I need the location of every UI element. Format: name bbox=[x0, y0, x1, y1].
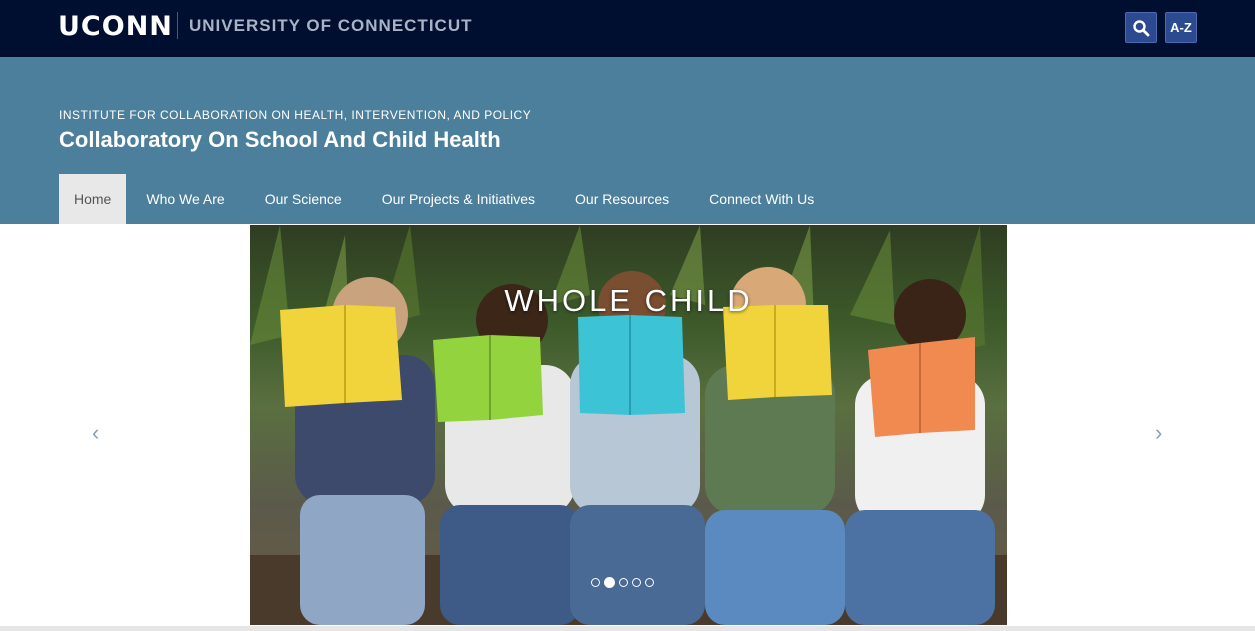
carousel-dot[interactable] bbox=[591, 578, 600, 587]
carousel-slide-image[interactable]: WHOLE CHILD bbox=[250, 225, 1007, 625]
carousel-dot-active[interactable] bbox=[604, 577, 615, 588]
university-name-link[interactable]: UNIVERSITY OF CONNECTICUT bbox=[189, 16, 472, 36]
carousel-dot[interactable] bbox=[619, 578, 628, 587]
uconn-logo[interactable]: UCONN bbox=[58, 11, 173, 42]
search-button[interactable] bbox=[1125, 12, 1157, 43]
parent-unit-link[interactable]: INSTITUTE FOR COLLABORATION ON HEALTH, I… bbox=[59, 108, 531, 122]
site-header: INSTITUTE FOR COLLABORATION ON HEALTH, I… bbox=[0, 57, 1255, 224]
page-bottom-strip bbox=[0, 626, 1255, 631]
carousel-prev-arrow[interactable]: ‹ bbox=[92, 420, 99, 446]
nav-item-our-projects[interactable]: Our Projects & Initiatives bbox=[362, 174, 555, 224]
carousel-dot[interactable] bbox=[645, 578, 654, 587]
main-nav: Home Who We Are Our Science Our Projects… bbox=[59, 174, 834, 224]
site-title[interactable]: Collaboratory On School And Child Health bbox=[59, 127, 501, 153]
global-header: UCONN UNIVERSITY OF CONNECTICUT A-Z bbox=[0, 0, 1255, 57]
nav-item-connect[interactable]: Connect With Us bbox=[689, 174, 834, 224]
a-z-index-button[interactable]: A-Z bbox=[1165, 12, 1197, 43]
nav-item-home[interactable]: Home bbox=[59, 174, 127, 224]
search-icon bbox=[1133, 19, 1150, 36]
carousel-indicators bbox=[591, 577, 654, 588]
nav-item-our-science[interactable]: Our Science bbox=[245, 174, 362, 224]
carousel-next-arrow[interactable]: › bbox=[1155, 420, 1162, 446]
nav-item-who-we-are[interactable]: Who We Are bbox=[126, 174, 244, 224]
slide-caption: WHOLE CHILD bbox=[504, 283, 753, 318]
nav-item-our-resources[interactable]: Our Resources bbox=[555, 174, 689, 224]
carousel-dot[interactable] bbox=[632, 578, 641, 587]
logo-divider bbox=[177, 12, 178, 39]
hero-carousel: ‹ WHOLE CHILD › bbox=[0, 224, 1255, 626]
